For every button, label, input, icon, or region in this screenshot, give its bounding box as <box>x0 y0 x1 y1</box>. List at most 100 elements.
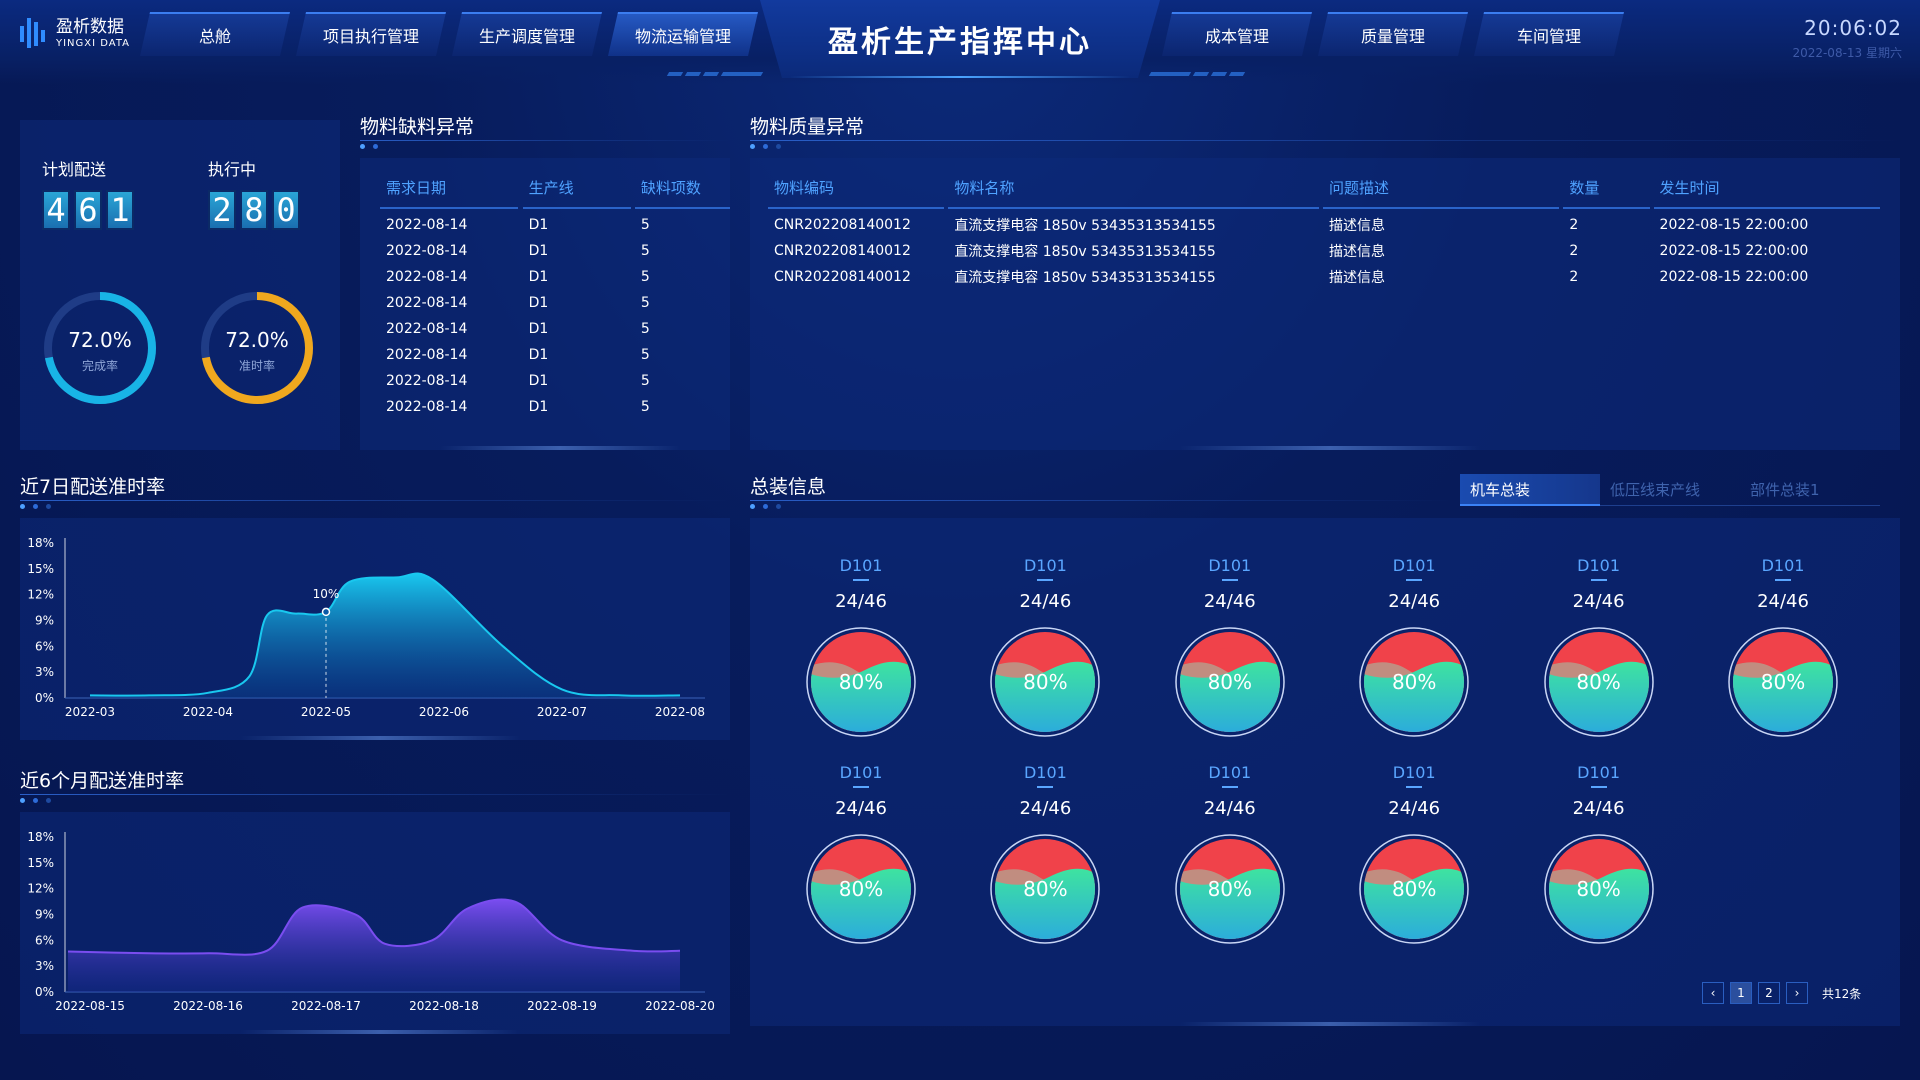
section-dots <box>20 798 51 803</box>
assembly-gauge[interactable]: D101 24/46 80% <box>1354 556 1474 738</box>
column-header[interactable]: 物料名称 <box>948 168 1319 209</box>
completion-rate-label: 完成率 <box>81 359 118 373</box>
code-underline <box>853 579 869 581</box>
annotation-label: 10% <box>313 587 340 601</box>
assembly-gauge[interactable]: D101 24/46 80% <box>1170 556 1290 738</box>
table-cell: 描述信息 <box>1328 244 1385 260</box>
table-cell: 2022-08-14 <box>386 399 468 415</box>
prev-page-button[interactable]: ‹ <box>1702 982 1724 1004</box>
ontime-rate-value: 72.0% <box>225 328 289 352</box>
page-1-button[interactable]: 1 <box>1730 982 1752 1004</box>
y-tick-label: 6% <box>35 639 54 653</box>
column-header[interactable]: 物料编码 <box>768 168 945 209</box>
table-cell: D1 <box>528 269 549 285</box>
water-ball: 80% <box>1358 833 1470 945</box>
chart1-panel: 0% 3% 6% 9% 12% 15% 18% 2022-03 2022-04 2022-05 20… <box>20 518 730 740</box>
fill-percent: 80% <box>1207 877 1253 901</box>
nav-item-logistics[interactable]: 物流运输管理 <box>608 12 758 56</box>
table-cell: D1 <box>528 399 549 415</box>
line-code: D101 <box>1023 763 1067 782</box>
table-row[interactable]: 2022-08-14 D1 5 <box>380 238 730 264</box>
y-tick-label: 12% <box>27 882 54 896</box>
nav-item-scheduling[interactable]: 生产调度管理 <box>452 12 602 56</box>
y-tick-label: 6% <box>35 933 54 947</box>
table-cell: D1 <box>528 217 549 233</box>
table-cell: 2022-08-14 <box>386 347 468 363</box>
column-header[interactable]: 发生时间 <box>1653 168 1880 209</box>
table-header-row: 需求日期 生产线 缺料项数 <box>380 168 730 209</box>
column-header[interactable]: 需求日期 <box>380 168 519 209</box>
line-code: D101 <box>839 763 883 782</box>
x-tick-label: 2022-04 <box>183 705 233 719</box>
x-tick-label: 2022-08-17 <box>291 999 361 1013</box>
water-ball: 80% <box>1358 626 1470 738</box>
table-header-row: 物料编码 物料名称 问题描述 数量 发生时间 <box>768 168 1880 209</box>
table-cell: 2 <box>1569 243 1579 259</box>
next-page-button[interactable]: › <box>1786 982 1808 1004</box>
section-dots <box>750 144 781 149</box>
code-underline <box>1590 579 1607 581</box>
progress-ratio: 24/46 <box>1388 798 1441 819</box>
series-area <box>90 573 680 698</box>
table-row[interactable]: 2022-08-14 D1 5 <box>380 368 730 394</box>
column-header[interactable]: 生产线 <box>522 168 631 209</box>
brand-logo[interactable]: 盈析数据 YINGXI DATA <box>18 16 130 52</box>
assembly-gauge[interactable]: D101 24/46 80% <box>985 556 1105 738</box>
nav-item-quality[interactable]: 质量管理 <box>1318 12 1468 56</box>
x-tick-label: 2022-08-20 <box>645 999 715 1013</box>
table-cell: 2022-08-14 <box>386 321 468 337</box>
table-cell: 2022-08-14 <box>386 217 468 233</box>
y-tick-label: 15% <box>27 856 54 870</box>
table-row[interactable]: CNR202208140012 直流支撑电容 1850v 534353135341… <box>768 238 1880 264</box>
assembly-gauge[interactable]: D101 24/46 80% <box>801 556 921 738</box>
tab-locomotive-assembly[interactable]: 机车总装 <box>1460 474 1600 506</box>
table-cell: 5 <box>640 373 650 389</box>
chevron-right-icon: › <box>1794 986 1800 1000</box>
table-cell: 5 <box>640 217 650 233</box>
logo-name-cn: 盈析数据 <box>56 17 124 37</box>
column-header[interactable]: 缺料项数 <box>634 168 730 209</box>
table-row[interactable]: CNR202208140012 直流支撑电容 1850v 534353135341… <box>768 264 1880 290</box>
progress-ratio: 24/46 <box>1019 798 1072 819</box>
water-ball: 80% <box>1174 626 1286 738</box>
table-row[interactable]: 2022-08-14 D1 5 <box>380 290 730 316</box>
water-ball: 80% <box>1543 626 1655 738</box>
assembly-gauge[interactable]: D101 24/46 80% <box>985 763 1105 945</box>
table-row[interactable]: 2022-08-14 D1 5 <box>380 394 730 420</box>
assembly-gauge[interactable]: D101 24/46 80% <box>1539 556 1659 738</box>
assembly-gauge[interactable]: D101 24/46 80% <box>1539 763 1659 945</box>
x-tick-label: 2022-06 <box>419 705 469 719</box>
column-header[interactable]: 数量 <box>1563 168 1650 209</box>
completion-rate-value: 72.0% <box>68 328 132 352</box>
panel-glow <box>240 1030 520 1034</box>
nav-item-cost[interactable]: 成本管理 <box>1162 12 1312 56</box>
y-tick-label: 0% <box>35 691 54 705</box>
nav-item-project[interactable]: 项目执行管理 <box>296 12 446 56</box>
tab-low-voltage-harness[interactable]: 低压线束产线 <box>1600 474 1740 506</box>
column-header[interactable]: 问题描述 <box>1322 168 1560 209</box>
table-row[interactable]: 2022-08-14 D1 5 <box>380 316 730 342</box>
line-code: D101 <box>1392 556 1436 575</box>
line-code: D101 <box>1023 556 1067 575</box>
table-row[interactable]: 2022-08-14 D1 5 <box>380 212 730 238</box>
table-row[interactable]: 2022-08-14 D1 5 <box>380 264 730 290</box>
page-2-button[interactable]: 2 <box>1758 982 1780 1004</box>
nav-item-workshop[interactable]: 车间管理 <box>1474 12 1624 56</box>
nav-left: 总舱 项目执行管理 生产调度管理 物流运输管理 <box>140 12 758 56</box>
water-ball: 80% <box>989 626 1101 738</box>
table-row[interactable]: 2022-08-14 D1 5 <box>380 342 730 368</box>
tab-component-assembly-1[interactable]: 部件总装1 <box>1740 474 1880 506</box>
table-row[interactable]: CNR202208140012 直流支撑电容 1850v 534353135341… <box>768 212 1880 238</box>
panel-glow <box>1180 1022 1480 1026</box>
assembly-gauge[interactable]: D101 24/46 80% <box>1170 763 1290 945</box>
progress-ratio: 24/46 <box>835 591 887 612</box>
shortage-table: 需求日期 生产线 缺料项数 2022-08-14 D1 5 2022-08-14 D1 5… <box>380 168 730 420</box>
water-ball: 80% <box>1727 626 1839 738</box>
assembly-gauge[interactable]: D101 24/46 80% <box>1354 763 1474 945</box>
chart1-title: 近7日配送准时率 <box>20 476 166 498</box>
nav-item-overview[interactable]: 总舱 <box>140 12 290 56</box>
fill-percent: 80% <box>838 670 884 694</box>
assembly-gauge[interactable]: D101 24/46 80% <box>801 763 921 945</box>
progress-ratio: 24/46 <box>1757 591 1809 612</box>
assembly-gauge[interactable]: D101 24/46 80% <box>1723 556 1843 738</box>
